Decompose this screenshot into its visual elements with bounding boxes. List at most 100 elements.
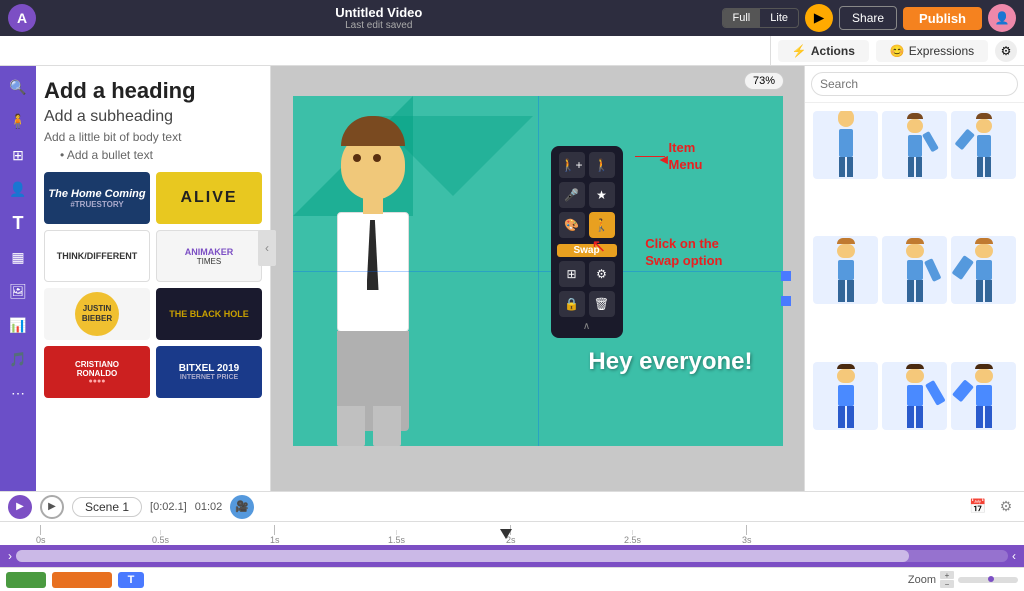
settings-timeline-icon[interactable]: ⚙ <box>996 497 1016 517</box>
audio-icon[interactable]: 🎵 <box>5 346 31 372</box>
canvas-inner: Hey everyone! 🚶+ 🚶 🎤 ★ 🎨 🚶 <box>293 96 783 446</box>
item-menu-row3: 🎨 🚶 <box>557 212 617 238</box>
topbar-center: Untitled Video Last edit saved <box>335 5 422 31</box>
properties-icon[interactable]: ⊞ <box>5 142 31 168</box>
image-icon[interactable]: 🖼 <box>5 278 31 304</box>
search-icon[interactable]: 🔍 <box>5 74 31 100</box>
toolbar2-right: ⚡ Actions 😊 Expressions ⚙ <box>770 36 1024 65</box>
media-panel: Add a heading Add a subheading Add a lit… <box>36 66 271 491</box>
actions-label: Actions <box>811 44 855 58</box>
share-button[interactable]: Share <box>839 6 897 30</box>
calendar-icon[interactable]: 📅 <box>968 497 988 517</box>
zoom-in-button[interactable]: + <box>940 571 954 579</box>
right-search-container <box>805 66 1024 103</box>
timeline-play-button[interactable]: ▶ <box>8 495 32 519</box>
expressions-icon: 😊 <box>890 44 905 58</box>
expressions-tab[interactable]: 😊 Expressions <box>876 40 988 62</box>
character-thumbnail[interactable] <box>813 236 878 304</box>
timeline-play2-button[interactable]: ▶ <box>40 495 64 519</box>
playhead-marker[interactable] <box>500 522 512 545</box>
zoom-control: Zoom + − <box>908 571 1018 588</box>
view-lite-button[interactable]: Lite <box>760 9 798 27</box>
lock-button[interactable]: 🔒 <box>559 291 585 317</box>
scroll-right-arrow[interactable]: ‹ <box>1008 549 1020 563</box>
actions-icon: ⚡ <box>792 44 807 58</box>
timeline-bar: ▶ ▶ Scene 1 [0:02.1] 01:02 🎥 📅 ⚙ <box>0 491 1024 521</box>
character-thumbnail[interactable] <box>813 362 878 430</box>
media-item[interactable]: ALIVE <box>156 172 262 224</box>
track-chip-green[interactable] <box>6 572 46 588</box>
item-menu-row5: 🔒 🗑 <box>557 291 617 317</box>
media-item[interactable]: ANIMAKER TIMES <box>156 230 262 282</box>
character-thumbnail[interactable] <box>882 362 947 430</box>
scroll-left-arrow[interactable]: › <box>4 549 16 563</box>
text-icon[interactable]: T <box>5 210 31 236</box>
scroll-track[interactable] <box>16 550 1008 562</box>
media-item[interactable]: THE BLACK HOLE <box>156 288 262 340</box>
character-thumbnail[interactable] <box>951 111 1016 179</box>
ruler-mark-15s: 1.5s <box>388 530 405 545</box>
ruler-mark-3s: 3s <box>742 525 752 545</box>
media-item[interactable]: CRISTIANORONALDO ●●●● <box>44 346 150 398</box>
grid-button[interactable]: ⊞ <box>559 261 585 287</box>
panel-collapse-button[interactable]: ‹ <box>258 230 276 266</box>
palette-button[interactable]: 🎨 <box>559 212 585 238</box>
right-panel <box>804 66 1024 491</box>
ruler-mark-05s: 0.5s <box>152 530 169 545</box>
preview-play-button[interactable]: ▶ <box>805 4 833 32</box>
character-thumbnail[interactable] <box>813 111 878 179</box>
camera-icon[interactable]: 🎥 <box>230 495 254 519</box>
left-icon-strip: 🔍 🧍 ⊞ 👤 T ▦ 🖼 📊 🎵 ⋯ <box>0 66 36 491</box>
canvas-text: Hey everyone! <box>588 348 752 376</box>
media-item[interactable]: BITXEL 2019 INTERNET PRICE <box>156 346 262 398</box>
time-start: [0:02.1] <box>150 501 187 513</box>
panel-body-text: Add a little bit of body text <box>44 130 262 144</box>
main-content: 🔍 🧍 ⊞ 👤 T ▦ 🖼 📊 🎵 ⋯ Add a heading Add a … <box>0 66 1024 491</box>
media-icon[interactable]: ▦ <box>5 244 31 270</box>
character-thumbnail[interactable] <box>951 236 1016 304</box>
character-thumbnail[interactable] <box>882 236 947 304</box>
media-item[interactable]: THINK/DIFFERENT <box>44 230 150 282</box>
track-chip-text[interactable]: T <box>118 572 144 588</box>
view-toggle: Full Lite <box>722 8 799 28</box>
search-input[interactable] <box>811 72 1018 96</box>
scroll-thumb[interactable] <box>16 550 909 562</box>
panel-heading: Add a heading <box>44 78 262 104</box>
track-chip-orange[interactable] <box>52 572 112 588</box>
publish-button[interactable]: Publish <box>903 7 982 30</box>
person2-button[interactable]: 🚶 <box>589 212 615 238</box>
time-end: 01:02 <box>195 501 223 513</box>
view-full-button[interactable]: Full <box>723 9 761 27</box>
more-icon[interactable]: ⋯ <box>5 380 31 406</box>
topbar-left: A <box>8 4 36 32</box>
character-thumbnail[interactable] <box>882 111 947 179</box>
microphone-button[interactable]: 🎤 <box>559 182 585 208</box>
topbar-right: Full Lite ▶ Share Publish 👤 <box>722 4 1016 32</box>
media-grid: The Home Coming #TRUESTORY ALIVE THINK/D… <box>44 172 262 398</box>
star-button[interactable]: ★ <box>589 182 615 208</box>
trash-button[interactable]: 🗑 <box>589 291 615 317</box>
add-character-button[interactable]: 🚶+ <box>559 152 585 178</box>
character-button[interactable]: 🚶 <box>589 152 615 178</box>
scene-label[interactable]: Scene 1 <box>72 497 142 517</box>
characters-icon[interactable]: 🧍 <box>5 108 31 134</box>
item-menu-row1: 🚶+ 🚶 <box>557 152 617 178</box>
swap-annotation: ↖ Click on theSwap option <box>591 236 722 276</box>
ruler-mark-0s: 0s <box>36 525 46 545</box>
media-item[interactable]: The Home Coming #TRUESTORY <box>44 172 150 224</box>
media-item[interactable]: JUSTINBIEBER <box>44 288 150 340</box>
ruler-mark-25s: 2.5s <box>624 530 641 545</box>
user-icon[interactable]: 👤 <box>5 176 31 202</box>
actions-tab[interactable]: ⚡ Actions <box>778 40 869 62</box>
character-thumbnail[interactable] <box>951 362 1016 430</box>
zoom-out-button[interactable]: − <box>940 580 954 588</box>
zoom-slider[interactable] <box>958 577 1018 583</box>
settings-gear-button[interactable]: ⚙ <box>995 40 1017 62</box>
panel-bullet-text: • Add a bullet text <box>60 148 262 162</box>
char-figure <box>838 113 854 177</box>
menu-expand-button[interactable]: ∧ <box>557 321 617 332</box>
panel-subheading: Add a subheading <box>44 108 262 126</box>
secondary-toolbar: ⚡ Actions 😊 Expressions ⚙ <box>0 36 1024 66</box>
app-logo[interactable]: A <box>8 4 36 32</box>
chart-icon[interactable]: 📊 <box>5 312 31 338</box>
